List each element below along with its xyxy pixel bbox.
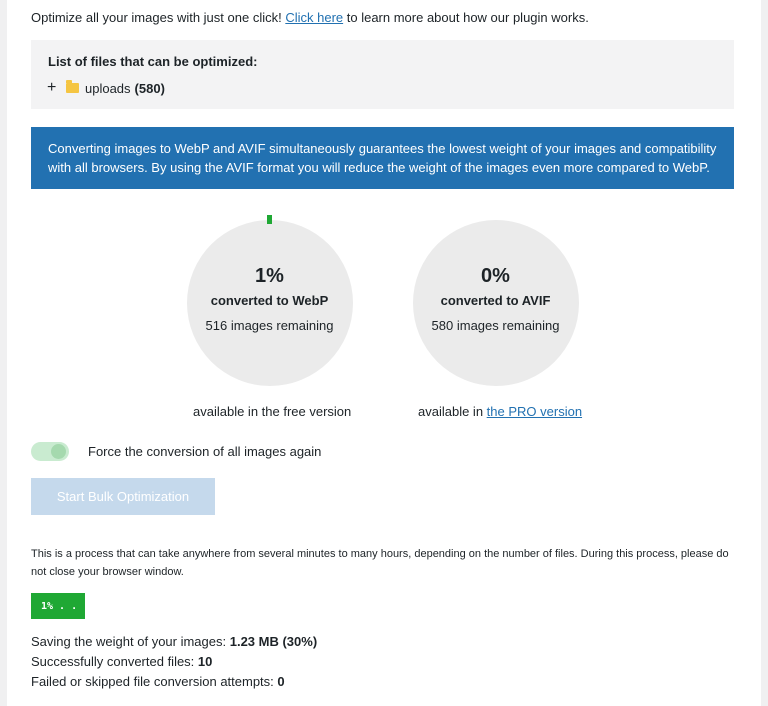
avif-percent: 0% — [481, 265, 510, 287]
webp-availability: available in the free version — [193, 404, 352, 419]
progress-status: 1% . . — [31, 593, 85, 619]
folder-count: (580) — [134, 80, 165, 96]
force-conversion-row: Force the conversion of all images again — [31, 442, 321, 461]
process-note: This is a process that can take anywhere… — [31, 548, 729, 578]
failed-label: Failed or skipped file conversion attemp… — [31, 674, 274, 689]
converted-label: Successfully converted files: — [31, 654, 195, 669]
webp-progress-circle: 1% converted to WebP 516 images remainin… — [186, 215, 353, 386]
pro-version-link[interactable]: the PRO version — [487, 404, 582, 419]
folder-icon — [66, 80, 79, 93]
avif-progress-widget: 0% converted to AVIF 580 images remainin… — [408, 214, 583, 386]
folder-name: uploads — [85, 80, 131, 96]
intro-text-after: to learn more about how our plugin works… — [346, 10, 589, 25]
force-conversion-toggle[interactable] — [31, 442, 69, 461]
avif-availability-prefix: available in — [418, 404, 484, 419]
webp-progress-widget: 1% converted to WebP 516 images remainin… — [182, 214, 357, 386]
failed-stat: Failed or skipped file conversion attemp… — [31, 672, 317, 692]
conversion-stats: Saving the weight of your images: 1.23 M… — [31, 632, 317, 692]
format-notice: Converting images to WebP and AVIF simul… — [31, 127, 734, 189]
intro-text-before: Optimize all your images with just one c… — [31, 10, 282, 25]
avif-remaining: 580 images remaining — [431, 318, 560, 333]
learn-more-link[interactable]: Click here — [285, 10, 343, 25]
files-list-title: List of files that can be optimized: — [48, 54, 258, 69]
webp-remaining: 516 images remaining — [205, 318, 334, 333]
webp-percent: 1% — [255, 265, 284, 287]
avif-label: converted to AVIF — [440, 293, 551, 308]
webp-label: converted to WebP — [210, 293, 329, 308]
avif-availability: available in the PRO version — [418, 404, 582, 419]
webp-progress-indicator — [266, 215, 272, 224]
failed-value: 0 — [277, 674, 285, 689]
converted-stat: Successfully converted files: 10 — [31, 652, 317, 672]
start-bulk-optimization-button[interactable]: Start Bulk Optimization — [31, 478, 215, 515]
saving-value: 1.23 MB (30%) — [229, 634, 318, 649]
toggle-knob — [51, 444, 66, 459]
folder-tree-item-uploads[interactable]: + uploads (580) — [47, 79, 165, 97]
saving-stat: Saving the weight of your images: 1.23 M… — [31, 632, 317, 652]
force-conversion-label: Force the conversion of all images again — [88, 444, 322, 459]
intro-text: Optimize all your images with just one c… — [31, 9, 589, 27]
avif-progress-circle: 0% converted to AVIF 580 images remainin… — [412, 220, 579, 386]
optimizer-panel: Optimize all your images with just one c… — [7, 0, 761, 706]
expand-icon[interactable]: + — [47, 80, 61, 96]
converted-value: 10 — [197, 654, 213, 669]
saving-label: Saving the weight of your images: — [31, 634, 227, 649]
files-list-box: List of files that can be optimized: + u… — [31, 40, 734, 109]
